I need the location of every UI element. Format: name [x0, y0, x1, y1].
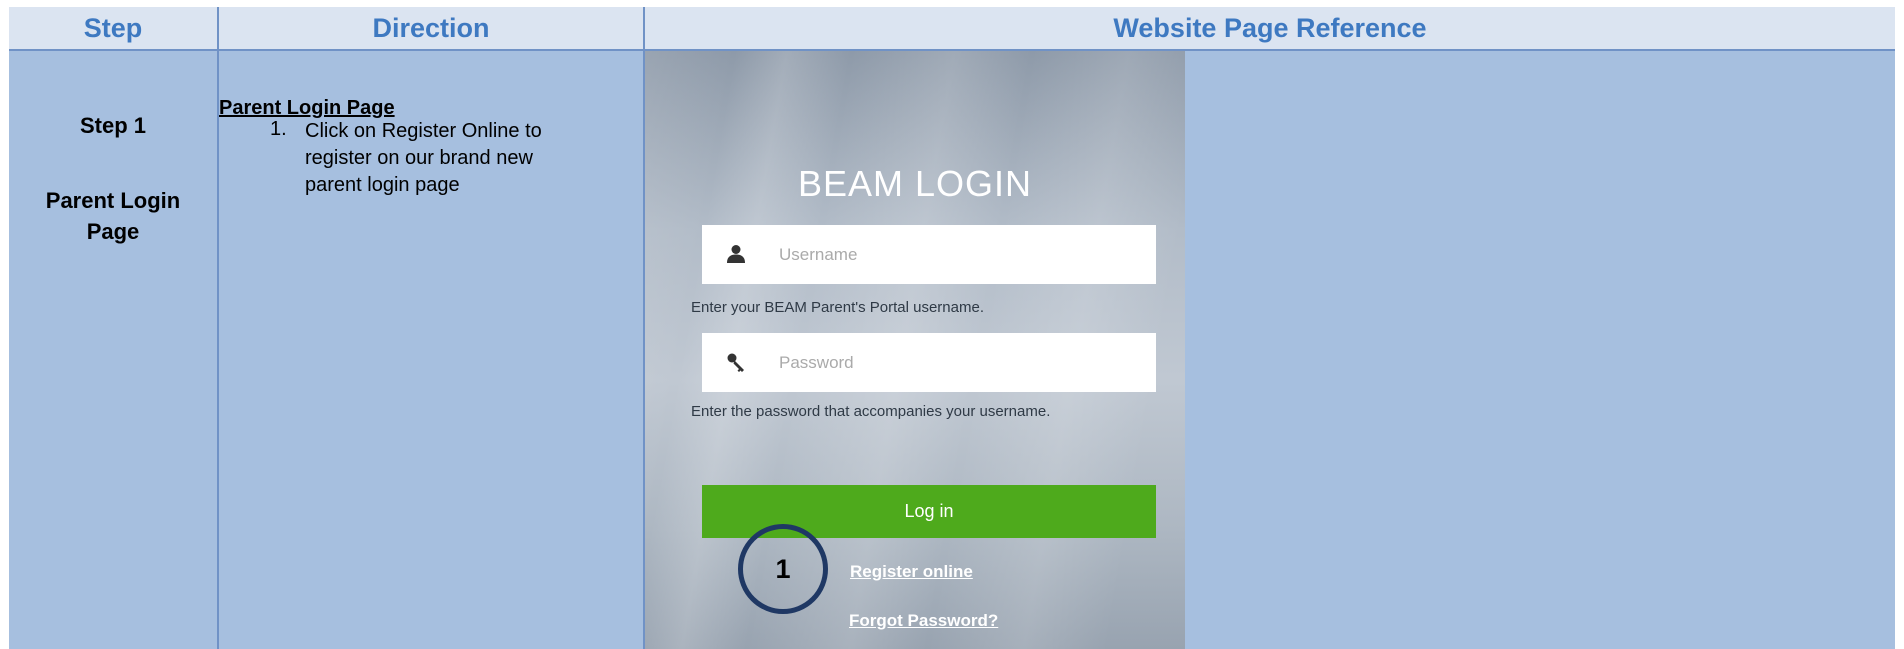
username-hint: Enter your BEAM Parent's Portal username… — [691, 299, 984, 316]
user-icon — [724, 242, 748, 266]
instruction-table: Step Direction Website Page Reference St… — [9, 7, 1895, 649]
step-page-label-line2: Page — [86, 219, 140, 244]
register-online-link[interactable]: Register online — [850, 562, 973, 582]
header-direction: Direction — [219, 7, 643, 49]
key-icon — [724, 350, 748, 374]
step-page-label-line1: Parent Login — [45, 188, 181, 213]
password-placeholder: Password — [779, 353, 854, 372]
callout-marker: 1 — [738, 524, 828, 614]
forgot-password-link[interactable]: Forgot Password? — [849, 611, 998, 631]
callout-number: 1 — [775, 553, 791, 584]
username-field[interactable]: Username — [702, 225, 1156, 284]
beam-login-title: BEAM LOGIN — [797, 163, 1033, 204]
header-step: Step — [9, 7, 217, 49]
direction-title: Parent Login Page — [219, 97, 395, 119]
password-field[interactable]: Password — [702, 333, 1156, 392]
password-hint: Enter the password that accompanies your… — [691, 403, 1051, 420]
login-page-screenshot: BEAM LOGIN Username Enter your BEAM Pare… — [645, 51, 1185, 649]
direction-item-number: 1. — [270, 118, 287, 140]
direction-item-text: Click on Register Online to register on … — [305, 120, 542, 196]
username-placeholder: Username — [779, 245, 858, 264]
step-page-label: Parent Login Page — [9, 185, 217, 247]
step-label: Step 1 — [79, 113, 147, 138]
header-website-page-reference: Website Page Reference — [645, 7, 1895, 49]
